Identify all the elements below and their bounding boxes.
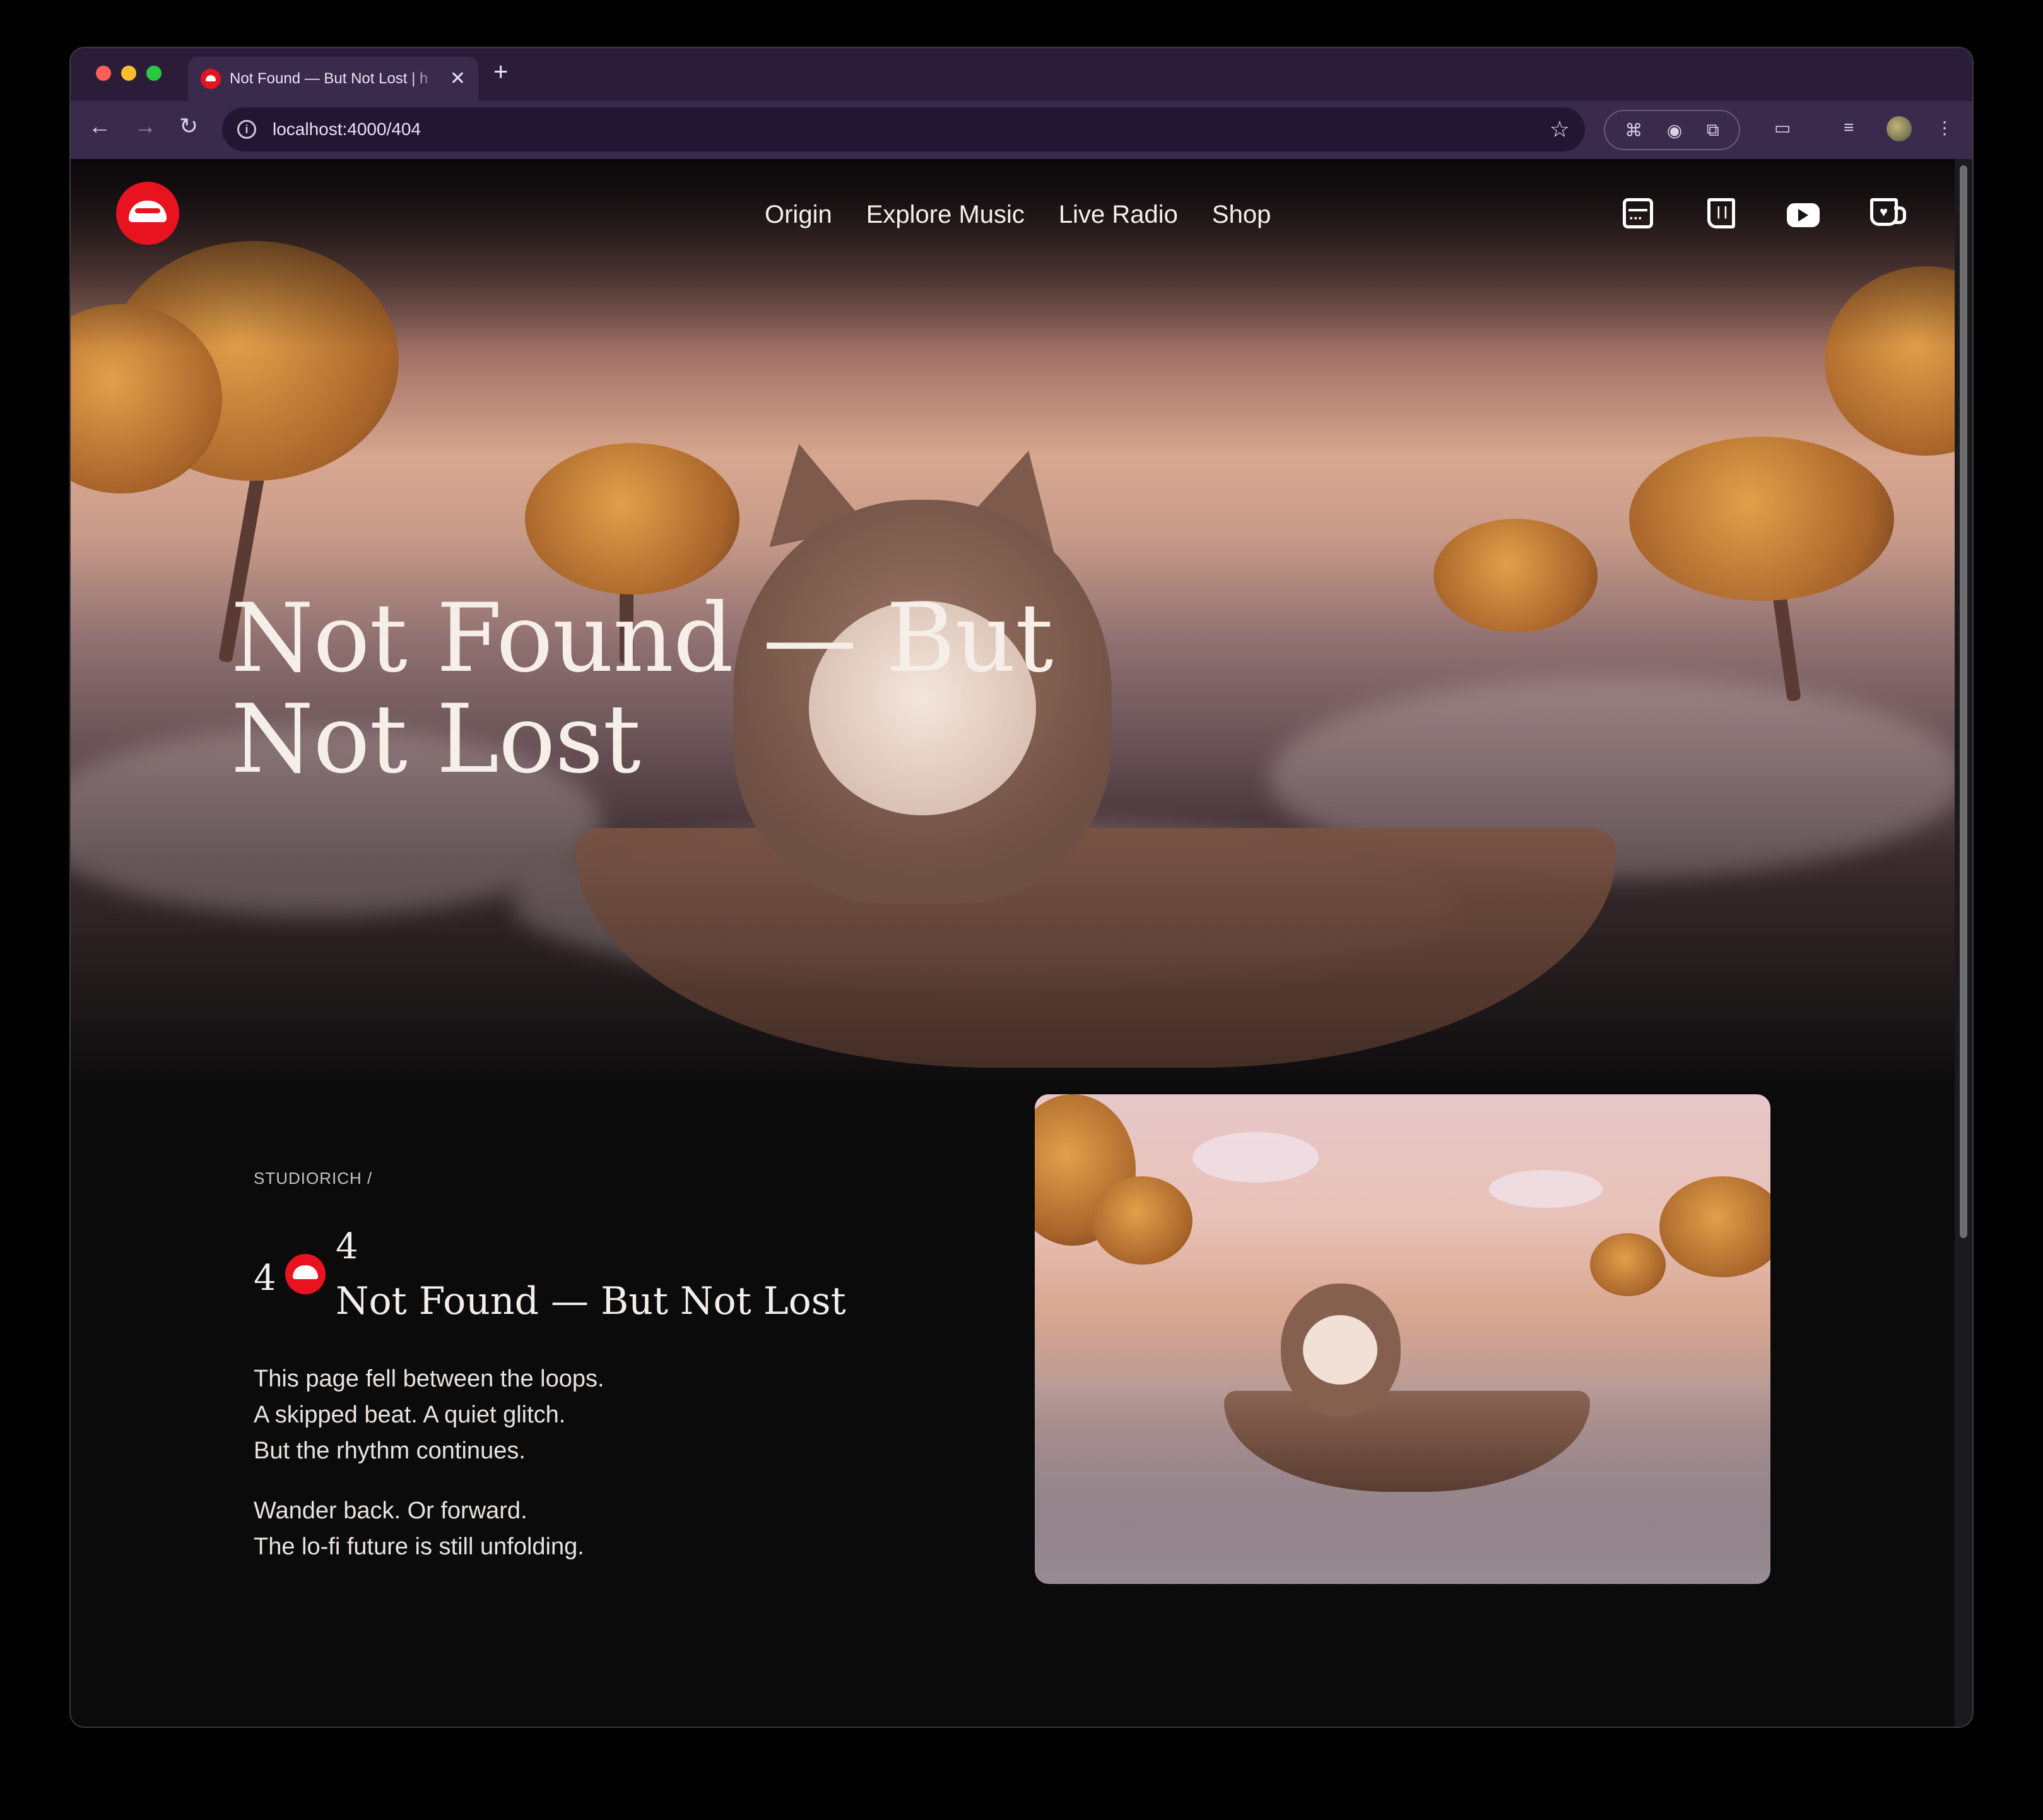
hero-section: Origin Explore Music Live Radio Shop Not… [71,159,1955,1093]
hero-boat-illustration [575,828,1616,1068]
new-tab-button[interactable]: + [493,59,508,85]
hero-title: Not Found — But Not Lost [231,588,1114,790]
youtube-icon[interactable] [1787,203,1820,227]
scrollbar-thumb[interactable] [1960,165,1967,1238]
close-window-button[interactable] [96,66,111,81]
heading-logo-zero [285,1254,326,1294]
page-scrollbar[interactable] [1955,159,1972,1727]
calendar-icon[interactable] [1623,198,1653,228]
tab-close-icon[interactable]: ✕ [450,69,466,88]
reload-button[interactable]: ↻ [179,115,198,138]
heading-digit-four: 4 [254,1258,276,1299]
main-nav: Origin Explore Music Live Radio Shop [765,201,1271,229]
hero-title-line1: Not Found — But [231,584,1053,694]
tab-title: Not Found — But Not Lost | h [230,70,428,87]
nav-live-radio[interactable]: Live Radio [1059,201,1178,229]
minimize-window-button[interactable] [121,66,136,81]
camera-icon[interactable]: ◉ [1667,120,1682,141]
intro-paragraph: This page fell between the loops. A skip… [254,1361,1011,1469]
breadcrumb[interactable]: STUDIORICH / [254,1169,1011,1188]
active-tab[interactable]: Not Found — But Not Lost | h ✕ [188,57,478,101]
paragraph-line: A skipped beat. A quiet glitch. [254,1402,566,1428]
paragraph-line: The lo-fi future is still unfolding. [254,1533,584,1560]
back-button[interactable]: ← [88,115,111,138]
paragraph-line: But the rhythm continues. [254,1438,526,1464]
card-cloud [1489,1170,1603,1208]
card-tree-foliage [1092,1176,1192,1265]
card-tree-foliage [1659,1176,1770,1277]
nav-shop[interactable]: Shop [1212,201,1271,229]
maximize-window-button[interactable] [146,66,162,81]
tracker-block-icon[interactable]: ⌘ [1625,120,1642,141]
hero-top-shade [71,159,1955,348]
extensions-group: ⌘ ◉ ⧉ [1604,110,1740,150]
forward-button[interactable]: → [134,115,156,138]
card-cat-face [1303,1315,1377,1385]
tree-foliage [1434,519,1598,632]
window-controls [96,66,162,81]
paragraph-line: Wander back. Or forward. [254,1498,527,1524]
puzzle-extension-icon[interactable]: ⧉ [1707,120,1719,141]
bookmark-star-icon[interactable]: ☆ [1550,116,1570,143]
browser-menu-icon[interactable]: ⋮ [1936,117,1953,138]
nav-explore-music[interactable]: Explore Music [866,201,1025,229]
card-cloud [1192,1132,1319,1183]
site-info-icon[interactable]: i [237,120,256,139]
url-text[interactable]: localhost:4000/404 [273,119,1550,139]
tree-foliage [1629,437,1894,601]
profile-avatar[interactable] [1887,116,1912,141]
nav-origin[interactable]: Origin [765,201,832,229]
browser-window: Not Found — But Not Lost | h ✕ + ← → ↻ i… [71,48,1972,1727]
heading-text: Not Found — But Not Lost [336,1279,846,1323]
heading-digit-four: 4 [336,1226,358,1267]
twitch-icon[interactable] [1707,198,1735,228]
page-viewport: Origin Explore Music Live Radio Shop Not… [71,159,1955,1727]
page-heading: 4 4 Not Found — But Not Lost [254,1226,1011,1323]
address-bar[interactable]: i localhost:4000/404 ☆ [222,107,1585,151]
content-column: STUDIORICH / 4 4 Not Found — But Not Los… [254,1169,1011,1565]
closing-paragraph: Wander back. Or forward. The lo-fi futur… [254,1493,1011,1565]
mascot-image-card [1035,1094,1770,1584]
tab-strip: Not Found — But Not Lost | h ✕ + [71,48,1972,101]
media-queue-icon[interactable]: ≡ [1844,117,1854,138]
hero-title-line2: Not Lost [231,685,641,795]
coffee-cup-icon[interactable] [1870,198,1906,226]
cast-search-icon[interactable]: ▭ [1774,117,1791,138]
card-tree-foliage [1590,1233,1666,1296]
paragraph-line: This page fell between the loops. [254,1366,604,1392]
browser-toolbar: ← → ↻ i localhost:4000/404 ☆ ⌘ ◉ ⧉ ▭ ≡ ⋮ [71,101,1972,159]
tree-foliage [525,443,739,594]
site-favicon-icon [201,69,221,89]
site-logo[interactable] [116,182,179,245]
